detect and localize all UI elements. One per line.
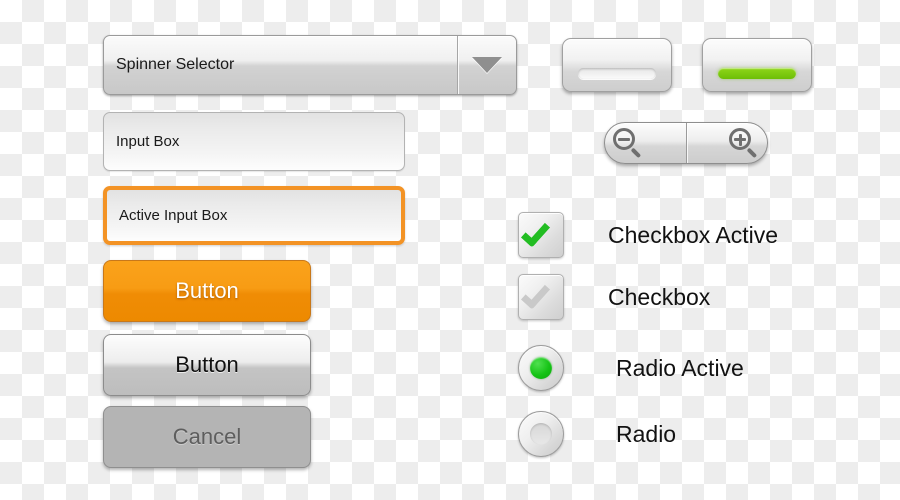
radio-dot-icon	[530, 423, 552, 445]
radio-row-active[interactable]: Radio Active	[518, 345, 744, 391]
primary-button-label: Button	[175, 278, 239, 303]
slider-handle-on-icon	[718, 68, 796, 79]
spinner-selector-label: Spinner Selector	[116, 56, 235, 73]
active-input-box[interactable]: Active Input Box	[103, 186, 405, 245]
primary-button[interactable]: Button	[103, 260, 311, 322]
input-box-value: Input Box	[116, 133, 180, 150]
radio-row[interactable]: Radio	[518, 411, 676, 457]
magnifier-plus-icon	[729, 128, 759, 159]
spinner-dropdown-button[interactable]	[457, 36, 516, 94]
slider-toggle-off[interactable]	[562, 38, 672, 92]
widget-showcase-canvas: Spinner Selector Input Box Active Input …	[0, 0, 900, 500]
chevron-down-icon	[472, 57, 502, 73]
radio-label: Radio	[616, 420, 677, 447]
checkmark-icon	[520, 279, 551, 310]
checkbox-active-label: Checkbox Active	[608, 221, 779, 248]
checkbox-inactive[interactable]	[518, 274, 564, 320]
radio-inactive[interactable]	[518, 411, 564, 457]
slider-handle-off-icon	[578, 68, 656, 79]
cancel-button-label: Cancel	[172, 424, 242, 449]
input-box[interactable]: Input Box	[103, 112, 405, 171]
checkbox-row-active[interactable]: Checkbox Active	[518, 212, 778, 258]
magnifier-minus-icon	[613, 128, 643, 159]
radio-dot-icon	[530, 357, 552, 379]
checkbox-row[interactable]: Checkbox	[518, 274, 710, 320]
spinner-selector[interactable]: Spinner Selector	[103, 35, 517, 95]
active-input-box-value: Active Input Box	[119, 207, 228, 224]
slider-toggle-on[interactable]	[702, 38, 812, 92]
cancel-button[interactable]: Cancel	[103, 406, 311, 468]
secondary-button[interactable]: Button	[103, 334, 311, 396]
radio-active-label: Radio Active	[616, 354, 744, 381]
checkmark-icon	[520, 217, 551, 248]
secondary-button-label: Button	[175, 352, 239, 377]
checkbox-active[interactable]	[518, 212, 564, 258]
radio-active[interactable]	[518, 345, 564, 391]
checkbox-label: Checkbox	[608, 283, 711, 310]
zoom-out-button[interactable]	[605, 123, 686, 163]
zoom-in-button[interactable]	[685, 123, 768, 163]
zoom-control[interactable]	[604, 122, 768, 164]
